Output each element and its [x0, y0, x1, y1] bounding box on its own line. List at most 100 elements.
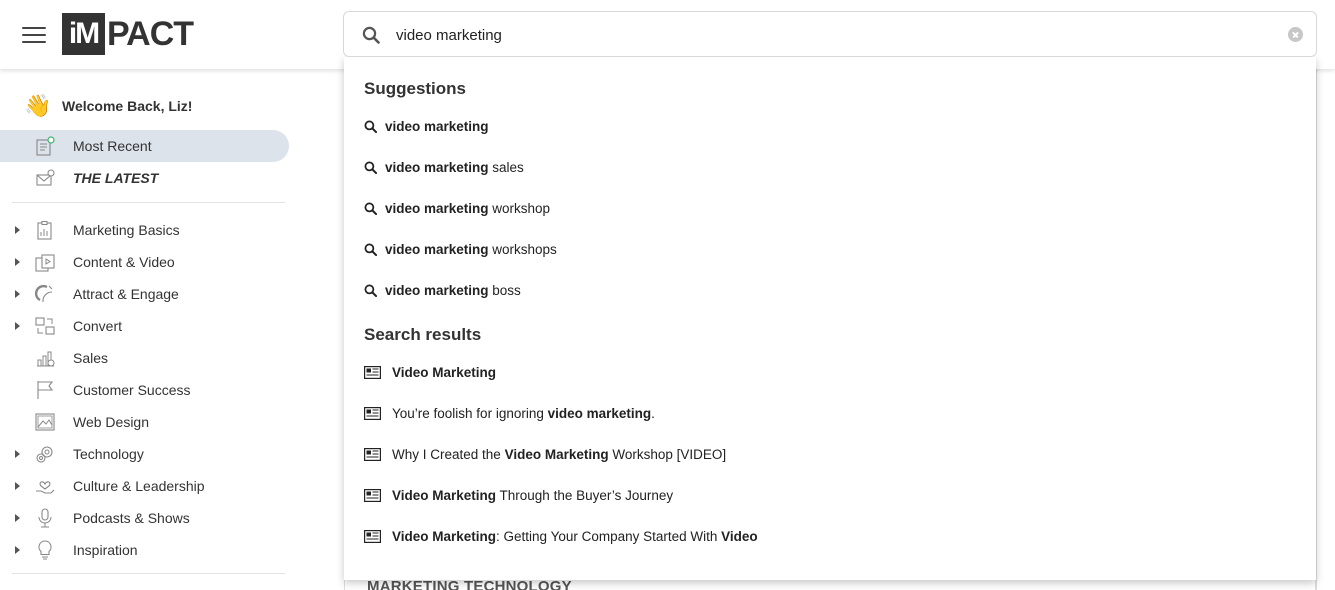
expand-caret-icon[interactable] — [15, 290, 20, 298]
sidebar-item-label: Sales — [73, 350, 109, 366]
bar-chart-icon — [37, 351, 55, 367]
sidebar-item-label: Web Design — [73, 414, 150, 430]
impact-logo[interactable]: iM PACT — [62, 13, 194, 55]
search-bar[interactable] — [343, 11, 1317, 57]
video-file-icon — [35, 254, 55, 272]
sidebar-item-inspiration[interactable]: Inspiration — [0, 534, 289, 566]
sidebar-item-web-design[interactable]: Web Design — [0, 406, 289, 438]
search-icon — [364, 284, 377, 297]
result-text: Why I Created the — [392, 446, 505, 462]
result-match: Video — [721, 528, 758, 544]
suggestion-text: video marketing — [385, 119, 489, 134]
expand-caret-icon[interactable] — [15, 546, 20, 554]
envelope-icon — [36, 169, 55, 186]
sidebar-divider — [12, 573, 285, 574]
search-input[interactable] — [396, 22, 1276, 48]
result-match: Video Marketing — [504, 446, 609, 462]
magnet-icon — [35, 284, 53, 303]
sidebar-item-technology[interactable]: Technology — [0, 438, 289, 470]
search-result-item[interactable]: Video Marketing: Getting Your Company St… — [364, 526, 758, 546]
search-result-title: Video Marketing: Getting Your Company St… — [392, 529, 758, 544]
suggestion-item[interactable]: video marketing — [364, 116, 489, 136]
sidebar-item-convert[interactable]: Convert — [0, 310, 289, 342]
flag-icon — [37, 381, 54, 399]
suggestion-text: video marketing workshops — [385, 242, 557, 257]
result-text: : Getting Your Company Started With — [496, 528, 722, 544]
suggestion-match: video marketing — [385, 118, 489, 134]
expand-caret-icon[interactable] — [15, 258, 20, 266]
suggestion-match: video marketing — [385, 241, 489, 257]
page: iM PACT 👋 Welcome Back, Liz! Most Recent… — [0, 0, 1335, 590]
expand-caret-icon[interactable] — [15, 322, 20, 330]
article-icon — [364, 447, 381, 461]
article-icon — [364, 488, 381, 502]
result-text: . — [651, 405, 655, 421]
suggestion-item[interactable]: video marketing sales — [364, 157, 524, 177]
sidebar-item-attract-and-engage[interactable]: Attract & Engage — [0, 278, 289, 310]
search-icon — [364, 161, 377, 174]
logo-mark: iM — [62, 13, 105, 55]
result-text: You’re foolish for ignoring — [392, 405, 548, 421]
expand-caret-icon[interactable] — [15, 226, 20, 234]
search-result-title: Video Marketing — [392, 365, 496, 380]
search-result-title: You’re foolish for ignoring video market… — [392, 406, 655, 421]
sidebar-item-customer-success[interactable]: Customer Success — [0, 374, 289, 406]
sidebar-item-label: THE LATEST — [73, 170, 159, 186]
suggestion-match: video marketing — [385, 200, 489, 216]
expand-caret-icon[interactable] — [15, 514, 20, 522]
welcome-message: 👋 Welcome Back, Liz! — [24, 93, 192, 119]
clear-search-icon[interactable] — [1288, 27, 1303, 42]
result-match: Video Marketing — [392, 487, 497, 503]
search-icon — [362, 26, 380, 44]
expand-caret-icon[interactable] — [15, 482, 20, 490]
result-text: Workshop [VIDEO] — [608, 446, 727, 462]
search-result-title: Video Marketing Through the Buyer’s Jour… — [392, 488, 673, 503]
search-result-item[interactable]: You’re foolish for ignoring video market… — [364, 403, 655, 423]
search-result-item[interactable]: Video Marketing — [364, 362, 496, 382]
suggestion-text: video marketing boss — [385, 283, 521, 298]
sidebar-item-label: Convert — [73, 318, 123, 334]
sidebar-item-label: Attract & Engage — [73, 286, 179, 302]
suggestion-item[interactable]: video marketing boss — [364, 280, 521, 300]
main-panel-border — [1316, 69, 1317, 590]
suggestion-item[interactable]: video marketing workshops — [364, 239, 557, 259]
clipboard-chart-icon — [37, 221, 52, 240]
sidebar-item-label: Content & Video — [73, 254, 175, 270]
suggestion-text: video marketing sales — [385, 160, 524, 175]
sidebar-item-marketing-basics[interactable]: Marketing Basics — [0, 214, 289, 246]
search-dropdown: Suggestions video marketing video marketi… — [344, 57, 1316, 580]
article-icon — [364, 365, 381, 379]
sidebar-item-sales[interactable]: Sales — [0, 342, 289, 374]
sidebar-item-content-and-video[interactable]: Content & Video — [0, 246, 289, 278]
search-result-item[interactable]: Video Marketing Through the Buyer’s Jour… — [364, 485, 673, 505]
menu-icon[interactable] — [22, 26, 46, 44]
sidebar-item-podcasts-and-shows[interactable]: Podcasts & Shows — [0, 502, 289, 534]
sidebar-divider — [12, 202, 285, 203]
sidebar-item-most-recent[interactable]: Most Recent — [0, 130, 289, 162]
suggestion-rest: sales — [488, 159, 524, 175]
article-icon — [364, 406, 381, 420]
sidebar-item-label: Inspiration — [73, 542, 138, 558]
sidebar-item-the-latest[interactable]: THE LATEST — [0, 162, 289, 194]
suggestion-rest: workshop — [488, 200, 551, 216]
search-result-title: Why I Created the Video Marketing Worksh… — [392, 447, 726, 462]
sidebar-item-label: Podcasts & Shows — [73, 510, 190, 526]
search-icon — [364, 120, 377, 133]
sidebar-item-culture-and-leadership[interactable]: Culture & Leadership — [0, 470, 289, 502]
logo-text: PACT — [107, 15, 194, 53]
expand-caret-icon[interactable] — [15, 450, 20, 458]
result-match: video marketing — [547, 405, 652, 421]
suggestion-match: video marketing — [385, 282, 489, 298]
sidebar-item-label: Customer Success — [73, 382, 191, 398]
sidebar-item-label: Marketing Basics — [73, 222, 180, 238]
result-text: Through the Buyer’s Journey — [496, 487, 674, 503]
search-result-item[interactable]: Why I Created the Video Marketing Worksh… — [364, 444, 726, 464]
sidebar-item-label: Most Recent — [73, 138, 152, 154]
search-results-heading: Search results — [364, 325, 482, 344]
convert-icon — [35, 317, 55, 335]
microphone-icon — [38, 508, 52, 528]
sidebar-item-label: Technology — [73, 446, 144, 462]
article-icon — [364, 529, 381, 543]
suggestion-item[interactable]: video marketing workshop — [364, 198, 550, 218]
suggestions-heading: Suggestions — [364, 79, 467, 98]
